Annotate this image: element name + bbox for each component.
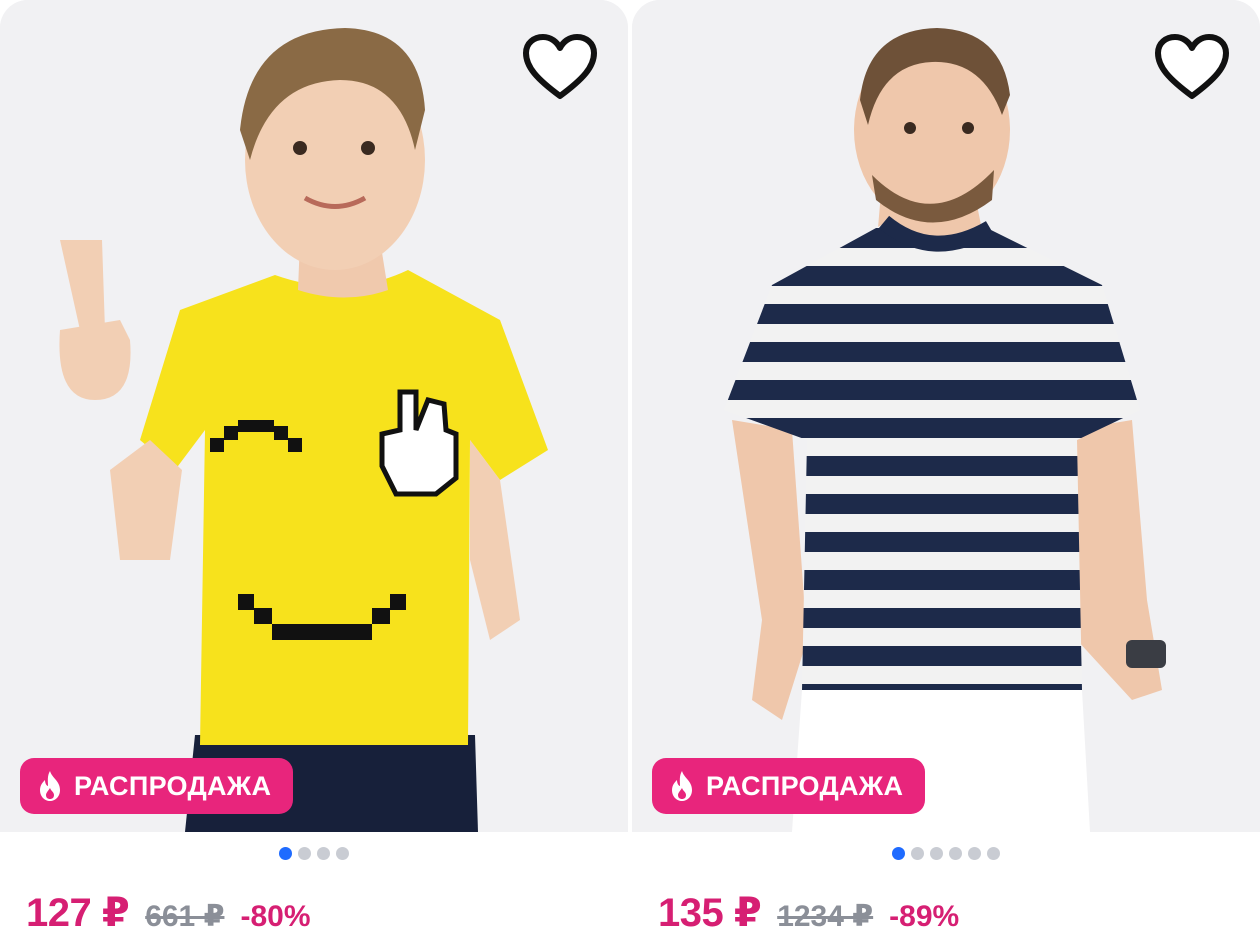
product-card[interactable]: РАСПРОДАЖА 127 ₽ 661 ₽ -80%	[0, 0, 628, 949]
photo-pagination	[632, 847, 1260, 860]
product-photo[interactable]: РАСПРОДАЖА	[0, 0, 628, 832]
flame-icon	[672, 771, 692, 801]
old-price: 1234 ₽	[777, 900, 874, 933]
photo-dot-4[interactable]	[949, 847, 962, 860]
old-price: 661 ₽	[145, 900, 225, 933]
heart-outline-icon	[523, 34, 597, 99]
product-photo-image	[632, 0, 1260, 832]
product-photo[interactable]: РАСПРОДАЖА	[632, 0, 1260, 832]
photo-dot-2[interactable]	[911, 847, 924, 860]
photo-dot-2[interactable]	[298, 847, 311, 860]
sale-badge-label: РАСПРОДАЖА	[706, 770, 904, 801]
discount-percent: -89%	[889, 900, 960, 933]
photo-dot-1[interactable]	[892, 847, 905, 860]
favorite-button[interactable]	[520, 30, 600, 104]
photo-dot-1[interactable]	[279, 847, 292, 860]
photo-pagination	[0, 847, 628, 860]
price-row: 127 ₽ 661 ₽ -80%	[26, 890, 311, 936]
favorite-button[interactable]	[1152, 30, 1232, 104]
sale-badge: РАСПРОДАЖА	[652, 758, 926, 814]
product-photo-image	[0, 0, 628, 832]
heart-outline-icon	[1155, 34, 1229, 99]
flame-icon	[40, 771, 60, 801]
photo-dot-4[interactable]	[336, 847, 349, 860]
current-price: 127 ₽	[26, 891, 130, 935]
photo-dot-3[interactable]	[317, 847, 330, 860]
sale-badge-label: РАСПРОДАЖА	[74, 770, 272, 801]
product-card[interactable]: РАСПРОДАЖА 135 ₽ 1234 ₽ -89%	[632, 0, 1260, 949]
current-price: 135 ₽	[658, 891, 762, 935]
photo-dot-3[interactable]	[930, 847, 943, 860]
discount-percent: -80%	[240, 900, 311, 933]
photo-dot-5[interactable]	[968, 847, 981, 860]
sale-badge: РАСПРОДАЖА	[20, 758, 294, 814]
photo-dot-6[interactable]	[987, 847, 1000, 860]
price-row: 135 ₽ 1234 ₽ -89%	[658, 890, 959, 936]
